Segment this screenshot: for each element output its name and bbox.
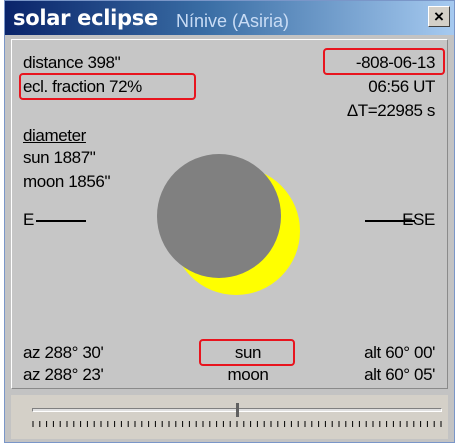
sun-label-highlight <box>199 339 295 366</box>
title-bar[interactable]: solar eclipse Nínive (Asiria) × <box>5 1 454 35</box>
eclipse-window: solar eclipse Nínive (Asiria) × distance… <box>4 0 455 443</box>
sun-altitude-label: alt 60° 00' <box>364 343 435 362</box>
direction-left-label: E <box>23 210 34 229</box>
ecl-fraction-highlight <box>19 73 196 100</box>
direction-right-label: ESE <box>402 210 435 229</box>
distance-label: distance 398" <box>23 53 121 72</box>
sun-diameter-label: sun 1887" <box>23 148 96 167</box>
close-button[interactable]: × <box>428 6 450 27</box>
moon-altitude-label: alt 60° 05' <box>364 365 435 384</box>
moon-diameter-label: moon 1856" <box>23 172 111 191</box>
window-title: solar eclipse <box>13 6 158 30</box>
moon-disk <box>157 154 281 278</box>
diameter-heading: diameter <box>23 126 86 145</box>
eclipse-panel: distance 398" ecl. fraction 72% -808-06-… <box>11 39 448 389</box>
slider-ticks <box>32 421 442 427</box>
slider-thumb[interactable] <box>236 403 239 417</box>
sun-azimuth-label: az 288° 30' <box>23 343 104 362</box>
direction-left-line <box>36 220 86 222</box>
moon-azimuth-label: az 288° 23' <box>23 365 104 384</box>
time-label: 06:56 UT <box>368 77 435 96</box>
location-label: Nínive (Asiria) <box>176 11 290 31</box>
time-slider[interactable] <box>11 395 448 439</box>
eclipse-view <box>157 154 300 295</box>
delta-t-label: ΔT=22985 s <box>346 101 436 120</box>
date-highlight <box>323 48 445 75</box>
moon-label: moon <box>227 365 269 384</box>
close-icon: × <box>434 7 444 26</box>
